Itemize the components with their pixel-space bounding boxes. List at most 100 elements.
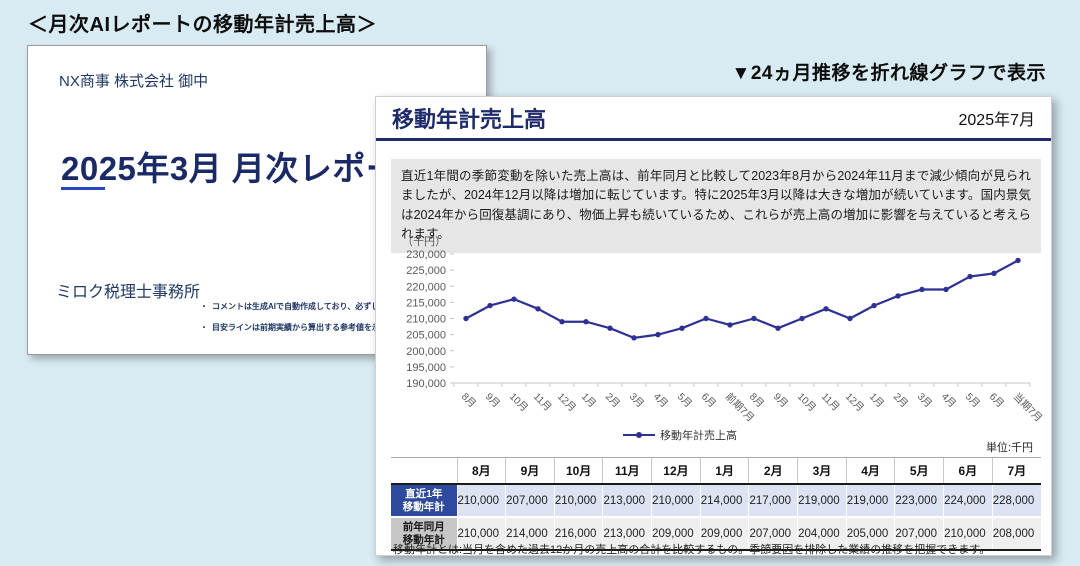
data-point <box>583 319 588 324</box>
data-point <box>559 319 564 324</box>
data-point <box>823 306 828 311</box>
issuer-name: ミロク税理士事務所 <box>56 278 200 302</box>
table-cell: 210,000 <box>554 484 603 517</box>
table-cell: 214,000 <box>700 484 749 517</box>
x-tick-label: 10月 <box>507 391 530 414</box>
legend-label: 移動年計売上高 <box>660 428 737 442</box>
x-tick-label: 3月 <box>915 391 934 410</box>
table-footnote: 移動年計とは:当月を含めた過去12か月の売上高の合計を比較するもの。季節要因を排… <box>393 541 1038 557</box>
x-tick-label: 3月 <box>627 391 646 410</box>
data-point <box>511 296 516 301</box>
bullet-icon: ・ <box>200 302 208 311</box>
table-col-header: 3月 <box>798 458 847 485</box>
x-tick-label: 2月 <box>603 391 622 410</box>
table-col-header: 9月 <box>506 458 555 485</box>
data-point <box>607 325 612 330</box>
y-tick-label: 225,000 <box>406 265 446 277</box>
data-point <box>535 306 540 311</box>
x-tick-label: 4月 <box>651 391 670 410</box>
table-cell: 210,000 <box>652 484 701 517</box>
data-point <box>751 316 756 321</box>
y-tick-label: 210,000 <box>406 314 446 326</box>
data-point <box>871 303 876 308</box>
x-tick-label: 10月 <box>795 391 818 414</box>
table-row-label: 直近1年移動年計 <box>391 484 457 517</box>
table-cell: 210,000 <box>457 484 506 517</box>
x-tick-label: 2月 <box>891 391 910 410</box>
table-col-header: 1月 <box>700 458 749 485</box>
data-point <box>943 287 948 292</box>
line-chart-svg: （千円）230,000 225,000 220,000 215,000 210,000 2… <box>388 235 1038 455</box>
table-cell: 219,000 <box>846 484 895 517</box>
x-tick-label: 1月 <box>579 391 598 410</box>
y-tick-label: 220,000 <box>406 281 446 293</box>
y-tick-label: 205,000 <box>406 330 446 342</box>
x-tick-label: 当期7月 <box>1011 390 1045 424</box>
x-tick-label: 12月 <box>555 391 578 414</box>
x-tick-label: 11月 <box>531 391 554 414</box>
report-title: 移動年計売上高 <box>392 102 546 134</box>
data-point <box>895 293 900 298</box>
y-axis-unit-label: （千円） <box>402 235 446 248</box>
y-tick-label: 215,000 <box>406 297 446 309</box>
table-col-header: 8月 <box>457 458 506 485</box>
y-tick-label: 200,000 <box>406 346 446 358</box>
bullet-icon: ・ <box>200 323 208 332</box>
data-point <box>799 316 804 321</box>
x-tick-label: 5月 <box>963 391 982 410</box>
table-col-header: 2月 <box>749 458 798 485</box>
sales-line-chart: （千円）230,000 225,000 220,000 215,000 210,000 2… <box>388 235 1038 455</box>
table-col-header: 4月 <box>846 458 895 485</box>
data-point <box>775 325 780 330</box>
data-point <box>463 316 468 321</box>
data-point <box>847 316 852 321</box>
table-cell: 224,000 <box>944 484 993 517</box>
data-point <box>679 325 684 330</box>
page-title: ＜月次AIレポートの移動年計売上高＞ <box>28 8 377 37</box>
chart-annotation: ▼24ヵ月推移を折れ線グラフで表示 <box>732 58 1046 85</box>
data-point <box>631 335 636 340</box>
report-header: 移動年計売上高 2025年7月 <box>376 97 1051 141</box>
table-cell: 223,000 <box>895 484 944 517</box>
table-cell: 217,000 <box>749 484 798 517</box>
title-underline <box>61 187 105 190</box>
x-tick-label: 5月 <box>675 391 694 410</box>
x-tick-label: 12月 <box>843 391 866 414</box>
data-point <box>991 271 996 276</box>
report-period: 2025年7月 <box>959 106 1036 130</box>
x-tick-label: 9月 <box>771 391 790 410</box>
data-point <box>487 303 492 308</box>
data-point <box>703 316 708 321</box>
x-tick-label: 8月 <box>459 391 478 410</box>
legend-marker-icon <box>636 432 642 438</box>
monthly-table-wrap: 8月9月10月11月12月1月2月3月4月5月6月7月直近1年移動年計210,0… <box>391 457 1041 551</box>
data-point <box>727 322 732 327</box>
x-tick-label: 4月 <box>939 391 958 410</box>
x-tick-label: 1月 <box>867 391 886 410</box>
report-slide-card: 移動年計売上高 2025年7月 直近1年間の季節変動を除いた売上高は、前年同月と… <box>375 96 1052 556</box>
y-tick-label: 230,000 <box>406 249 446 261</box>
table-cell: 228,000 <box>992 484 1041 517</box>
x-tick-label: 6月 <box>699 391 718 410</box>
monthly-table: 8月9月10月11月12月1月2月3月4月5月6月7月直近1年移動年計210,0… <box>391 457 1041 551</box>
table-cell: 213,000 <box>603 484 652 517</box>
data-point <box>655 332 660 337</box>
x-tick-label: 11月 <box>819 391 842 414</box>
recipient-name: NX商事 株式会社 御中 <box>59 70 208 91</box>
table-cell: 207,000 <box>506 484 555 517</box>
table-col-header: 10月 <box>554 458 603 485</box>
y-tick-label: 190,000 <box>406 378 446 390</box>
table-row: 直近1年移動年計210,000207,000210,000213,000210,… <box>391 484 1041 517</box>
table-corner-cell <box>391 458 457 485</box>
x-tick-label: 6月 <box>987 391 1006 410</box>
data-point <box>967 274 972 279</box>
x-tick-label: 9月 <box>483 391 502 410</box>
data-point <box>919 287 924 292</box>
series-line <box>466 260 1018 337</box>
table-col-header: 6月 <box>944 458 993 485</box>
data-point <box>1015 258 1020 263</box>
table-col-header: 12月 <box>652 458 701 485</box>
x-tick-label: 8月 <box>747 391 766 410</box>
y-tick-label: 195,000 <box>406 362 446 374</box>
table-col-header: 11月 <box>603 458 652 485</box>
